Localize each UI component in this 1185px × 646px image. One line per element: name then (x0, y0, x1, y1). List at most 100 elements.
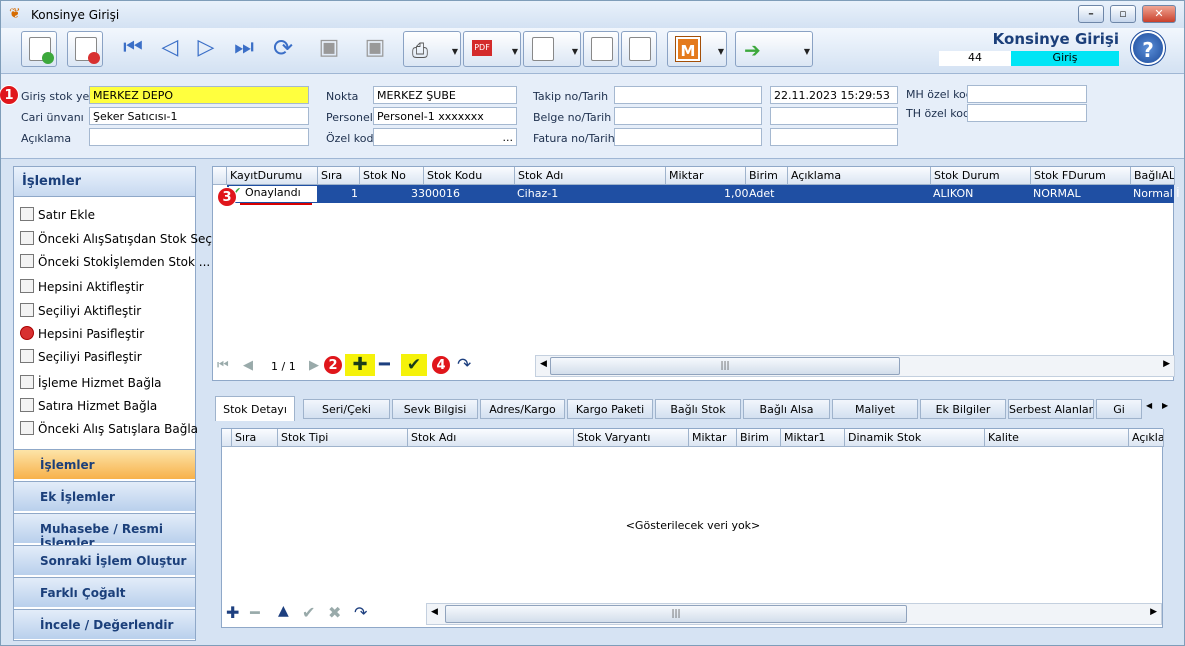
tab-bagli-stok[interactable]: Bağlı Stok (655, 399, 741, 419)
grid1-scrollbar[interactable]: ◀ ||| ▶ (535, 355, 1175, 377)
move-up-icon[interactable]: ▲ (278, 603, 289, 619)
tab-serbest-alanlar[interactable]: Serbest Alanlar (1008, 399, 1094, 419)
tab-sevk-bilgisi[interactable]: Sevk Bilgisi (392, 399, 478, 419)
scroll-right-icon[interactable]: ▶ (1163, 359, 1170, 369)
sidebar-item-hepsini-pasif[interactable]: Hepsini Pasifleştir (20, 326, 144, 341)
add-icon[interactable]: ✚ (226, 603, 239, 622)
transfer-button[interactable]: ▼ (523, 31, 581, 67)
sidebar-item-isleme-hizmet[interactable]: İşleme Hizmet Bağla (20, 375, 162, 390)
sidebar-item-onceki-baglama[interactable]: Önceki Alış Satışlara Bağla (20, 421, 198, 436)
maximize-button[interactable]: ▫ (1110, 5, 1136, 23)
tab-kargo-paketi[interactable]: Kargo Paketi (567, 399, 653, 419)
nav-sonraki-islem[interactable]: Sonraki İşlem Oluştur (14, 545, 195, 575)
help-icon[interactable]: ? (1130, 30, 1166, 66)
col-stok-fdurum[interactable]: Stok FDurum (1031, 167, 1131, 185)
table-row[interactable]: ✔ Onaylandı 1 33 00016 Cihaz-1 1,00 Adet … (227, 185, 1180, 203)
sidebar-item-hepsini-aktif[interactable]: Hepsini Aktifleştir (20, 279, 144, 294)
sidebar-item-onceki-stok[interactable]: Önceki Stokİşlemden Stok ... (20, 254, 210, 269)
col2-miktar1[interactable]: Miktar1 (781, 429, 845, 447)
nokta-field[interactable]: MERKEZ ŞUBE (373, 86, 517, 104)
col-stok-kodu[interactable]: Stok Kodu (424, 167, 515, 185)
col-stok-durum[interactable]: Stok Durum (931, 167, 1031, 185)
col-bagli-als[interactable]: BağlıALS (1131, 167, 1175, 185)
import-button[interactable] (583, 31, 619, 67)
col2-miktar[interactable]: Miktar (689, 429, 737, 447)
tab-stok-detayi[interactable]: Stok Detayı (215, 396, 295, 421)
fatura-date-field[interactable] (770, 128, 898, 146)
col2-stok-adi[interactable]: Stok Adı (408, 429, 574, 447)
tab-maliyet[interactable]: Maliyet (832, 399, 918, 419)
ozel-kod-field[interactable]: ... (373, 128, 517, 146)
scroll2-thumb[interactable]: ||| (445, 605, 907, 623)
save-icon[interactable]: ▣ (311, 31, 347, 67)
prev-page-icon[interactable]: ◀ (243, 358, 253, 373)
scroll2-right-icon[interactable]: ▶ (1150, 607, 1157, 617)
sidebar-item-onceki-alis[interactable]: Önceki AlışSatışdan Stok Seç (20, 231, 212, 246)
nav-incele[interactable]: İncele / Değerlendir (14, 609, 195, 639)
col-aciklama[interactable]: Açıklama (788, 167, 931, 185)
nav-farkli-cogalt[interactable]: Farklı Çoğalt (14, 577, 195, 607)
fatura-no-field[interactable] (614, 128, 762, 146)
save-close-icon[interactable]: ▣ (357, 31, 393, 67)
col-stok-adi[interactable]: Stok Adı (515, 167, 666, 185)
refresh-icon[interactable]: ⟳ (265, 31, 301, 67)
col2-kalite[interactable]: Kalite (985, 429, 1129, 447)
last-record-icon[interactable]: ⏭ (225, 31, 263, 67)
col-birim[interactable]: Birim (746, 167, 788, 185)
previous-record-icon[interactable]: ◁ (153, 31, 187, 67)
tab-bagli-alsa[interactable]: Bağlı Alsa (743, 399, 830, 419)
print-button[interactable]: ⎙ ▼ (403, 31, 461, 67)
confirm-icon[interactable]: ✔ (302, 603, 315, 622)
col2-sira[interactable]: Sıra (232, 429, 278, 447)
col2-birim[interactable]: Birim (737, 429, 781, 447)
th-ozel-kod-field[interactable] (967, 104, 1087, 122)
takip-no-field[interactable] (614, 86, 762, 104)
exit-button[interactable]: ➔ ▼ (735, 31, 813, 67)
col-stok-no[interactable]: Stok No (360, 167, 424, 185)
close-button[interactable]: ✕ (1142, 5, 1176, 23)
col2-aciklama[interactable]: Açıklan (1129, 429, 1164, 447)
col-sira[interactable]: Sıra (318, 167, 360, 185)
personel-field[interactable]: Personel-1 xxxxxxx (373, 107, 517, 125)
cancel-icon[interactable]: ✖ (328, 603, 341, 622)
first-page-icon[interactable]: ⏮ (217, 358, 229, 373)
new-record-button[interactable] (21, 31, 57, 67)
next-page-icon[interactable]: ▶ (309, 358, 319, 373)
aciklama-field[interactable] (89, 128, 309, 146)
tab-adres-kargo[interactable]: Adres/Kargo (480, 399, 565, 419)
remove-row-icon[interactable]: ━ (379, 354, 390, 375)
nav-muhasebe[interactable]: Muhasebe / Resmi İşlemler (14, 513, 195, 550)
col2-dinamik-stok[interactable]: Dinamik Stok (845, 429, 985, 447)
grid2-scrollbar[interactable]: ◀ ||| ▶ (426, 603, 1162, 625)
mh-ozel-kod-field[interactable] (967, 85, 1087, 103)
scroll-thumb[interactable]: ||| (550, 357, 900, 375)
tab-seri-ceki[interactable]: Seri/Çeki (303, 399, 390, 419)
belge-no-field[interactable] (614, 107, 762, 125)
cari-unvani-field[interactable]: Şeker Satıcısı-1 (89, 107, 309, 125)
nav-ek-islemler[interactable]: Ek İşlemler (14, 481, 195, 511)
sidebar-item-satir-ekle[interactable]: Satır Ekle (20, 207, 95, 222)
scroll-left-icon[interactable]: ◀ (540, 359, 547, 369)
m-menu-button[interactable]: M ▼ (667, 31, 727, 67)
add-row-icon[interactable]: ✚ (345, 354, 375, 376)
tab-scroll-right-icon[interactable]: ▶ (1162, 401, 1168, 410)
search-doc-button[interactable] (621, 31, 657, 67)
next-record-icon[interactable]: ▷ (189, 31, 223, 67)
col-kayit-durumu[interactable]: KayıtDurumu (227, 167, 318, 185)
redo-icon[interactable]: ↷ (457, 355, 471, 375)
belge-date-field[interactable] (770, 107, 898, 125)
takip-date-field[interactable]: 22.11.2023 15:29:53 (770, 86, 898, 104)
redo-icon[interactable]: ↷ (354, 603, 367, 622)
col2-stok-varyanti[interactable]: Stok Varyantı (574, 429, 689, 447)
tab-gi[interactable]: Gi (1096, 399, 1142, 419)
sidebar-item-satira-hizmet[interactable]: Satıra Hizmet Bağla (20, 398, 157, 413)
giris-stok-yeri-field[interactable]: MERKEZ DEPO (89, 86, 309, 104)
scroll2-left-icon[interactable]: ◀ (431, 607, 438, 617)
remove-icon[interactable]: ━ (250, 603, 260, 622)
delete-record-button[interactable] (67, 31, 103, 67)
nav-islemler[interactable]: İşlemler (14, 449, 195, 479)
export-pdf-button[interactable]: PDF ▼ (463, 31, 521, 67)
sidebar-item-secili-aktif[interactable]: Seçiliyi Aktifleştir (20, 303, 141, 318)
sidebar-item-secili-pasif[interactable]: Seçiliyi Pasifleştir (20, 349, 142, 364)
confirm-icon[interactable]: ✔ (401, 354, 427, 376)
